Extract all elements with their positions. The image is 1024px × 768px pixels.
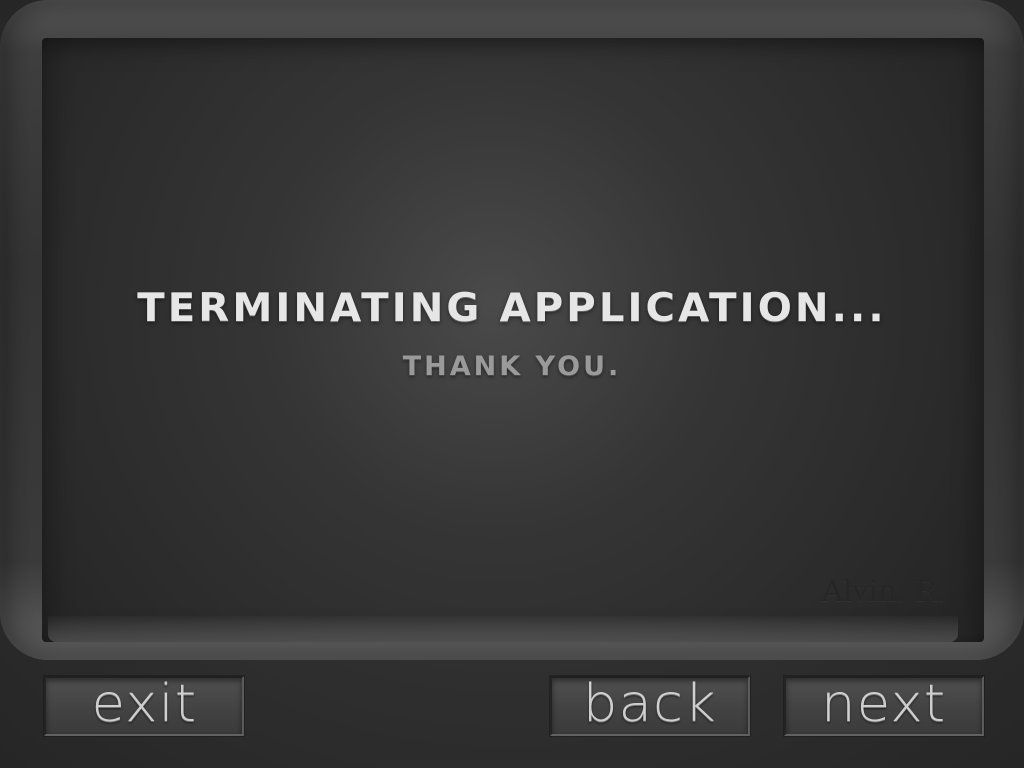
- back-button[interactable]: back: [550, 676, 750, 736]
- next-button[interactable]: next: [784, 676, 984, 736]
- thank-you-message: THANK YOU.: [402, 351, 622, 382]
- monitor-bezel: TERMINATING APPLICATION... THANK YOU. Al…: [0, 0, 1024, 660]
- next-button-label: next: [821, 674, 947, 734]
- terminating-message: TERMINATING APPLICATION...: [137, 286, 887, 331]
- author-signature: Alvin. R.: [821, 574, 946, 608]
- exit-button[interactable]: exit: [44, 676, 244, 736]
- back-button-label: back: [583, 674, 717, 734]
- display-screen: TERMINATING APPLICATION... THANK YOU. Al…: [42, 38, 984, 642]
- exit-button-label: exit: [91, 674, 197, 734]
- application-frame: TERMINATING APPLICATION... THANK YOU. Al…: [0, 0, 1024, 768]
